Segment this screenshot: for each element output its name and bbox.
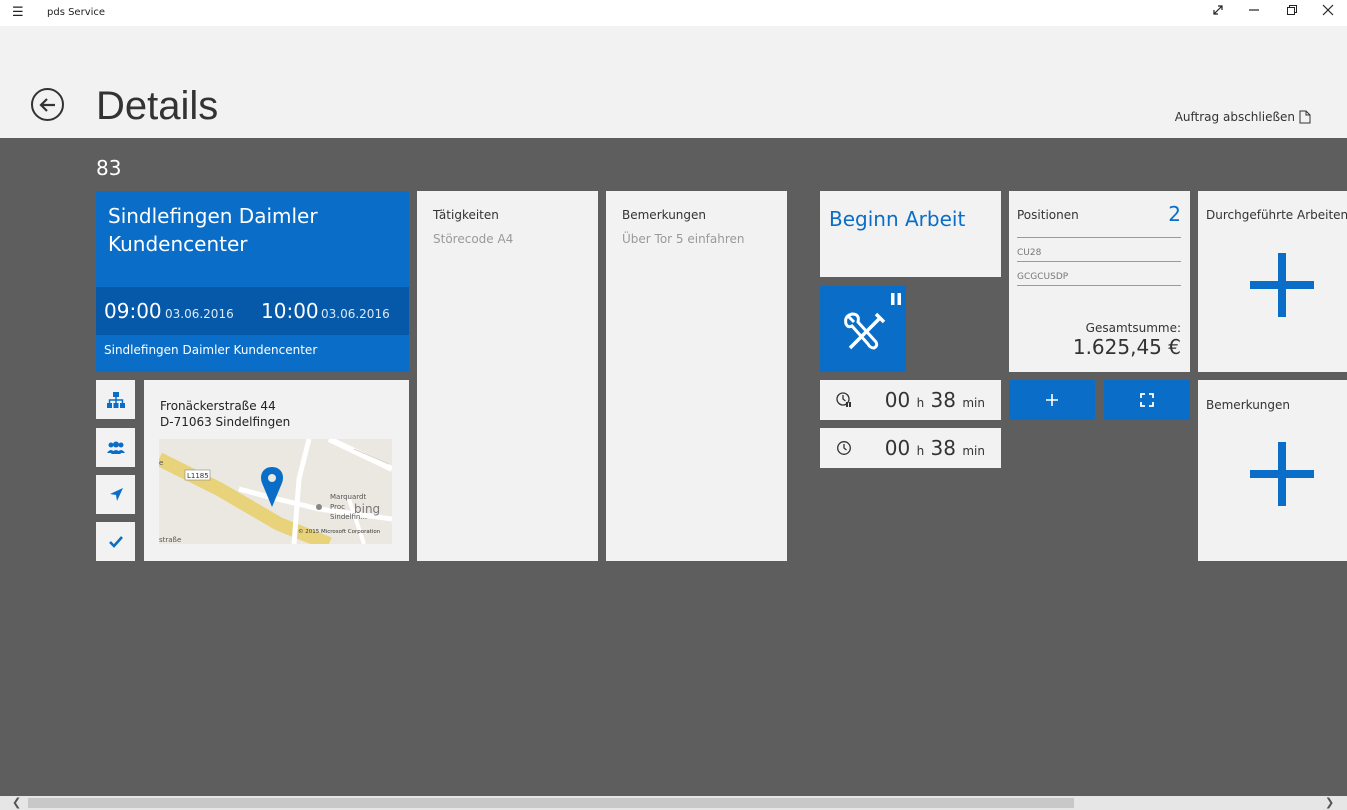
restore-icon[interactable] [1282, 4, 1302, 22]
address-tile[interactable]: Fronäckerstraße 44 D-71063 Sindelfingen … [144, 380, 409, 561]
close-icon[interactable] [1318, 4, 1338, 22]
time-band: 09:00 03.06.2016 10:00 03.06.2016 [96, 287, 409, 335]
remarks-tile[interactable]: Bemerkungen [1198, 380, 1347, 561]
end-date: 03.06.2016 [321, 307, 390, 321]
work-tools-tile[interactable] [820, 286, 906, 372]
map-copyright: © 2015 Microsoft Corporation [298, 528, 381, 535]
position-item[interactable]: CU28 [1017, 248, 1181, 262]
map-view[interactable]: L1185 Marquardt Proc Sindelfin... straße… [159, 439, 392, 544]
customer-location: Sindlefingen Daimler Kundencenter [104, 343, 318, 357]
horizontal-scrollbar[interactable]: ❮ ❯ [0, 796, 1347, 810]
tools-icon [844, 312, 886, 350]
check-button[interactable] [96, 522, 135, 561]
arrow-left-icon [39, 98, 55, 112]
close-order-button[interactable]: Auftrag abschließen [1175, 110, 1311, 124]
expand-icon[interactable] [1208, 4, 1228, 22]
positions-count: 2 [1168, 202, 1181, 226]
scroll-left-icon[interactable]: ❮ [12, 796, 21, 809]
start-date: 03.06.2016 [165, 307, 234, 321]
add-remark-icon[interactable] [1250, 442, 1314, 506]
remarks-note-value: Über Tor 5 einfahren [622, 232, 745, 246]
positions-label: Positionen [1017, 208, 1079, 222]
remarks-note-tile[interactable]: Bemerkungen Über Tor 5 einfahren [606, 191, 787, 561]
total-label: Gesamtsumme: [1085, 321, 1181, 335]
map-road-label: L1185 [187, 472, 209, 480]
checkmark-icon [108, 535, 123, 548]
map-street-label: straße [159, 536, 181, 544]
address: Fronäckerstraße 44 D-71063 Sindelfingen [160, 398, 290, 430]
positions-divider [1017, 237, 1181, 238]
document-check-icon [1299, 110, 1311, 124]
timer-work: 00 h 38 min [820, 380, 1001, 420]
timer-total: 00 h 38 min [820, 428, 1001, 468]
add-position-button[interactable] [1009, 380, 1095, 420]
customer-tile[interactable]: Sindlefingen Daimler Kundencenter 09:00 … [96, 191, 409, 372]
clock-icon [837, 441, 851, 455]
activities-value: Störecode A4 [433, 232, 514, 246]
app-title: pds Service [47, 7, 106, 18]
activities-tile[interactable]: Tätigkeiten Störecode A4 [417, 191, 598, 561]
group-button[interactable] [96, 428, 135, 467]
completed-work-tile[interactable]: Durchgeführte Arbeiten [1198, 191, 1347, 372]
back-button[interactable] [31, 88, 64, 121]
add-completed-work-icon[interactable] [1250, 253, 1314, 317]
address-street: Fronäckerstraße 44 [160, 399, 276, 413]
clock-pause-icon [836, 392, 851, 407]
remarks-label: Bemerkungen [1206, 398, 1291, 412]
navigate-icon [109, 487, 123, 501]
hierarchy-icon [106, 391, 125, 408]
page-header: Details Auftrag abschließen [0, 26, 1347, 138]
activities-label: Tätigkeiten [433, 208, 499, 222]
map-poi-label-2: Proc [330, 503, 345, 511]
scrollbar-thumb[interactable] [28, 798, 1074, 808]
timer-work-value: 00 h 38 min [884, 388, 985, 412]
total-value: 1.625,45 € [1072, 335, 1181, 359]
customer-name: Sindlefingen Daimler Kundencenter [108, 204, 318, 256]
completed-work-label: Durchgeführte Arbeiten [1206, 208, 1347, 222]
plus-icon [1046, 394, 1058, 406]
navigate-button[interactable] [96, 475, 135, 514]
bing-logo: bing [354, 502, 380, 516]
pause-icon[interactable] [891, 293, 901, 305]
minimize-icon[interactable] [1244, 4, 1264, 22]
order-number: 83 [96, 156, 122, 180]
address-city: D-71063 Sindelfingen [160, 415, 291, 429]
page-title: Details [96, 84, 219, 128]
title-bar: ☰ pds Service [0, 0, 1347, 26]
map-edge-label: e [159, 459, 163, 467]
end-time: 10:00 [261, 299, 319, 323]
map-poi-label-1: Marquardt [330, 493, 366, 501]
hierarchy-button[interactable] [96, 380, 135, 419]
group-icon [106, 441, 125, 454]
position-item[interactable]: GCGCUSDP [1017, 272, 1181, 286]
hamburger-icon[interactable]: ☰ [12, 5, 24, 20]
timer-total-value: 00 h 38 min [884, 436, 985, 460]
fullscreen-icon [1140, 393, 1154, 407]
scroll-right-icon[interactable]: ❯ [1325, 796, 1334, 809]
fullscreen-button[interactable] [1104, 380, 1190, 420]
start-time: 09:00 [104, 299, 162, 323]
begin-work-button[interactable]: Beginn Arbeit [820, 191, 1001, 277]
positions-tile[interactable]: Positionen 2 CU28 GCGCUSDP Gesamtsumme: … [1009, 191, 1190, 372]
remarks-note-label: Bemerkungen [622, 208, 707, 222]
begin-work-label: Beginn Arbeit [829, 207, 966, 231]
close-order-label: Auftrag abschließen [1174, 110, 1295, 124]
